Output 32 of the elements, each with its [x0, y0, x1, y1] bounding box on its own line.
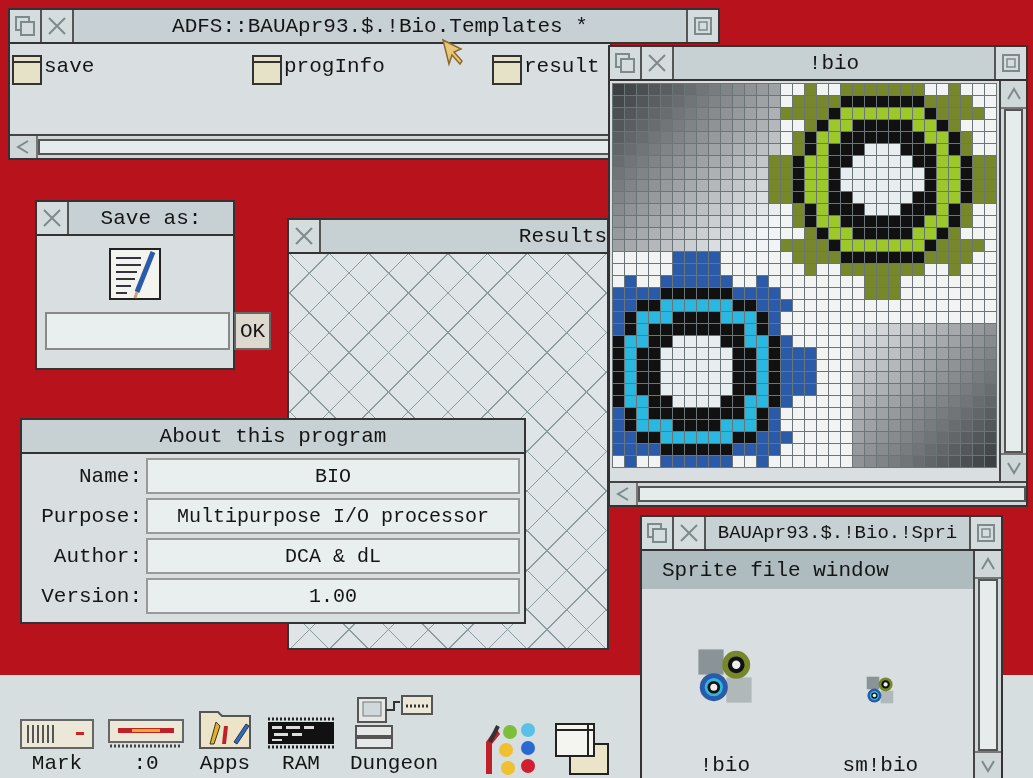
template-item[interactable]: progInfo	[252, 54, 492, 124]
title-bar[interactable]: !bio	[610, 47, 1026, 81]
sprite-name[interactable]: sm!bio	[842, 754, 919, 777]
window-title: About this program	[159, 424, 387, 448]
window-title: ADFS::BAUApr93.$.!Bio.Templates *	[172, 14, 588, 38]
field-label: Version:	[40, 584, 142, 608]
field-value: BIO	[146, 458, 520, 494]
title-bar[interactable]: About this program	[22, 420, 524, 454]
ok-button[interactable]: OK	[234, 312, 272, 350]
field-label: Name:	[78, 464, 142, 488]
title-bar[interactable]: BAUApr93.$.!Bio.!Spri	[642, 517, 1001, 551]
field-label: Purpose:	[40, 504, 142, 528]
title-bar[interactable]: ADFS::BAUApr93.$.!Bio.Templates *	[8, 8, 720, 44]
window-title: !bio	[808, 51, 860, 75]
icon-label[interactable]: Apps	[199, 752, 251, 776]
window-heading: Sprite file window	[642, 551, 973, 589]
window-title: Save as:	[100, 206, 202, 230]
template-item[interactable]: result	[492, 54, 600, 124]
field-label: Author:	[52, 544, 142, 568]
icon-label[interactable]: Mark	[31, 752, 83, 776]
icon-label[interactable]: Dungeon	[350, 752, 439, 776]
field-value: Multipurpose I/O processor	[146, 498, 520, 534]
title-bar[interactable]: Results	[289, 220, 607, 254]
field-value: DCA & dL	[146, 538, 520, 574]
icon-label[interactable]: :0	[133, 752, 159, 776]
window-title: Results	[518, 224, 607, 248]
template-item[interactable]: save	[12, 54, 252, 124]
field-value: 1.00	[146, 578, 520, 614]
title-bar[interactable]: Save as:	[37, 202, 233, 236]
window-title: BAUApr93.$.!Bio.!Spri	[717, 522, 958, 544]
icon-label[interactable]: RAM	[282, 752, 320, 776]
sprite-name[interactable]: !bio	[699, 754, 751, 777]
